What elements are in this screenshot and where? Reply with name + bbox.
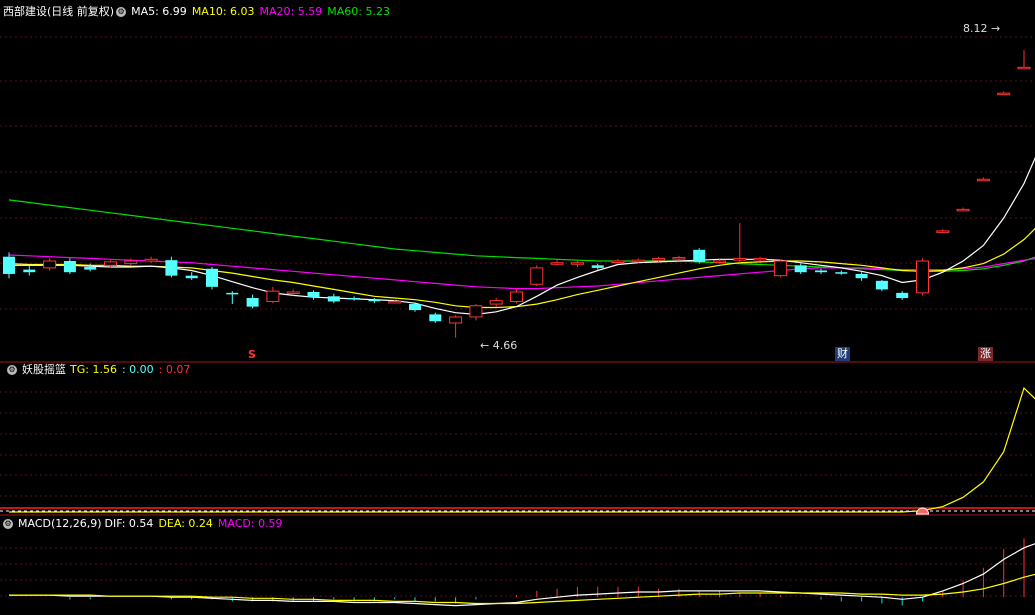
candle <box>449 316 463 324</box>
candle <box>916 260 929 294</box>
candle <box>733 257 747 261</box>
candle <box>550 262 564 265</box>
limit-up-marker[interactable]: 涨 <box>978 347 993 361</box>
candle <box>693 249 706 262</box>
candle <box>530 267 544 285</box>
candle <box>489 300 503 305</box>
candle <box>631 259 645 263</box>
candle <box>855 273 868 279</box>
candle <box>510 291 523 302</box>
candle <box>896 292 909 299</box>
high-price-value: 8.12 <box>963 22 988 35</box>
candle <box>144 258 158 262</box>
ma60-line <box>8 199 1035 272</box>
candle <box>429 314 442 322</box>
candle <box>976 178 990 182</box>
candle <box>23 269 36 273</box>
candle <box>84 267 97 270</box>
candle <box>3 256 15 274</box>
low-price-label: ← 4.66 <box>480 339 518 352</box>
candle <box>713 260 726 264</box>
candle <box>997 92 1011 96</box>
candle <box>409 304 421 311</box>
kline-chart[interactable] <box>0 0 1035 615</box>
candle <box>815 270 827 273</box>
candle <box>327 296 340 302</box>
candle <box>104 261 117 266</box>
candle <box>63 261 76 273</box>
candle <box>246 298 259 307</box>
candle <box>956 208 970 212</box>
candle <box>43 260 57 269</box>
candle <box>388 300 402 304</box>
candle <box>672 257 686 260</box>
candle <box>165 260 178 276</box>
signal-marker <box>915 507 930 515</box>
candle <box>570 262 584 265</box>
candle <box>286 291 300 294</box>
candle <box>773 260 787 277</box>
candle <box>794 265 807 273</box>
candle <box>1017 66 1031 70</box>
candle <box>226 292 239 295</box>
candle <box>185 275 198 279</box>
candle <box>753 257 767 261</box>
high-price-label: 8.12 → <box>963 22 1001 35</box>
candle <box>469 305 483 318</box>
candle <box>591 265 604 268</box>
candle <box>611 260 625 264</box>
candle <box>875 280 888 290</box>
candle <box>307 292 320 298</box>
s-marker[interactable]: S <box>246 348 258 362</box>
tg-line <box>9 387 1035 513</box>
finance-marker[interactable]: 财 <box>835 347 850 361</box>
low-price-value: 4.66 <box>492 339 518 352</box>
candle <box>266 290 280 302</box>
candle <box>348 298 361 300</box>
candle <box>936 230 950 233</box>
candle <box>124 260 138 265</box>
dea-line <box>9 573 1035 605</box>
candle <box>652 257 666 261</box>
candle <box>206 268 218 287</box>
candle <box>368 299 381 302</box>
candle <box>835 272 848 274</box>
